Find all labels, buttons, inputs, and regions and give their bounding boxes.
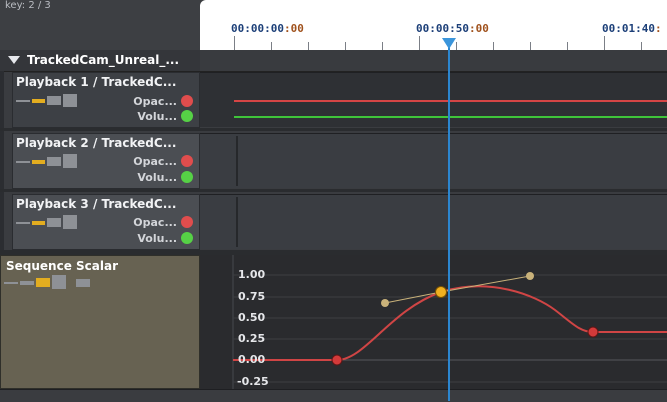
size-xs-icon[interactable] bbox=[4, 282, 18, 284]
size-l-icon[interactable] bbox=[63, 215, 77, 229]
ruler-tick bbox=[234, 36, 235, 50]
size-l-icon[interactable] bbox=[52, 275, 66, 289]
opacity-dot-icon[interactable] bbox=[181, 95, 193, 107]
bottom-bar bbox=[0, 389, 667, 402]
size-xs-icon[interactable] bbox=[16, 222, 30, 224]
track-header-playback-2[interactable]: Playback 2 / TrackedC... Opac... Volu... bbox=[12, 133, 200, 189]
size-fit-icon[interactable] bbox=[76, 279, 90, 287]
ruler-time-1: 00:00:50:00 bbox=[416, 22, 489, 35]
track-header-sequence-scalar[interactable]: Sequence Scalar bbox=[0, 255, 200, 389]
track-group-header[interactable]: TrackedCam_Unreal_... bbox=[0, 50, 200, 72]
volume-dot-icon[interactable] bbox=[181, 232, 193, 244]
clip-start-marker bbox=[236, 136, 238, 186]
time-ruler[interactable]: 00:00:00:00 00:00:50:00 00:01:40: bbox=[200, 0, 667, 50]
ruler-tick bbox=[382, 42, 383, 50]
size-m-icon[interactable] bbox=[36, 278, 50, 287]
size-s-icon[interactable] bbox=[32, 99, 45, 103]
volume-dot-icon[interactable] bbox=[181, 171, 193, 183]
ruler-time-0: 00:00:00:00 bbox=[231, 22, 304, 35]
ruler-tick bbox=[271, 42, 272, 50]
size-s-icon[interactable] bbox=[32, 221, 45, 225]
ruler-tick bbox=[493, 42, 494, 50]
track-header-playback-3[interactable]: Playback 3 / TrackedC... Opac... Volu... bbox=[12, 194, 200, 250]
tangent-out-line bbox=[440, 275, 531, 293]
scalar-curve-editor[interactable]: 1.00 0.75 0.50 0.25 0.00 -0.25 bbox=[200, 255, 667, 389]
volume-label: Volu... bbox=[137, 110, 177, 123]
track-title: Playback 3 / TrackedC... bbox=[16, 197, 177, 211]
track-indent bbox=[0, 71, 4, 255]
track-lane-playback-1[interactable] bbox=[200, 72, 667, 127]
ruler-tick bbox=[530, 42, 531, 50]
track-separator bbox=[0, 189, 667, 192]
size-s-icon[interactable] bbox=[20, 281, 34, 285]
opacity-label: Opac... bbox=[133, 95, 177, 108]
y-tick-0.50: 0.50 bbox=[238, 311, 266, 324]
track-lane-playback-3[interactable] bbox=[200, 194, 667, 249]
size-xs-icon[interactable] bbox=[16, 100, 30, 102]
track-group-title: TrackedCam_Unreal_... bbox=[27, 53, 180, 67]
keyframe-1[interactable] bbox=[331, 354, 343, 366]
track-group-lane bbox=[200, 50, 667, 72]
y-tick-0.75: 0.75 bbox=[238, 290, 266, 303]
track-title: Playback 1 / TrackedC... bbox=[16, 75, 177, 89]
opacity-dot-icon[interactable] bbox=[181, 155, 193, 167]
volume-curve[interactable] bbox=[234, 116, 667, 118]
y-tick-0.00: 0.00 bbox=[238, 353, 266, 366]
tangent-out-handle[interactable] bbox=[526, 272, 534, 280]
ruler-tick bbox=[604, 36, 605, 50]
ruler-tick bbox=[641, 42, 642, 50]
track-title: Playback 2 / TrackedC... bbox=[16, 136, 177, 150]
opacity-curve[interactable] bbox=[234, 100, 667, 102]
size-xs-icon[interactable] bbox=[16, 161, 30, 163]
size-l-icon[interactable] bbox=[63, 94, 77, 107]
volume-dot-icon[interactable] bbox=[181, 110, 193, 122]
opacity-dot-icon[interactable] bbox=[181, 216, 193, 228]
tangent-in-handle[interactable] bbox=[381, 299, 389, 307]
size-l-icon[interactable] bbox=[63, 154, 77, 168]
track-title: Sequence Scalar bbox=[6, 259, 119, 273]
ruler-tick bbox=[456, 42, 457, 50]
ruler-tick bbox=[419, 36, 420, 50]
opacity-label: Opac... bbox=[133, 216, 177, 229]
collapse-triangle-icon[interactable] bbox=[8, 56, 20, 64]
keyframe-2-selected[interactable] bbox=[435, 286, 447, 298]
playhead-marker-icon[interactable] bbox=[442, 38, 456, 49]
y-tick-1.00: 1.00 bbox=[238, 268, 266, 281]
volume-label: Volu... bbox=[137, 232, 177, 245]
size-s-icon[interactable] bbox=[32, 160, 45, 164]
playhead-line[interactable] bbox=[448, 40, 450, 401]
ruler-tick bbox=[567, 42, 568, 50]
track-separator bbox=[0, 128, 667, 131]
volume-label: Volu... bbox=[137, 171, 177, 184]
y-tick-0.25: 0.25 bbox=[238, 332, 266, 345]
track-header-playback-1[interactable]: Playback 1 / TrackedC... Opac... Volu... bbox=[12, 72, 200, 128]
size-m-icon[interactable] bbox=[47, 218, 61, 227]
keyframe-3[interactable] bbox=[587, 326, 599, 338]
size-m-icon[interactable] bbox=[47, 96, 61, 105]
key-counter: key: 2 / 3 bbox=[5, 0, 51, 11]
ruler-tick bbox=[345, 42, 346, 50]
clip-start-marker bbox=[236, 197, 238, 247]
ruler-tick bbox=[308, 42, 309, 50]
track-lane-playback-2[interactable] bbox=[200, 133, 667, 188]
ruler-time-2: 00:01:40: bbox=[602, 22, 662, 35]
curve-svg[interactable] bbox=[200, 255, 667, 389]
opacity-label: Opac... bbox=[133, 155, 177, 168]
size-m-icon[interactable] bbox=[47, 157, 61, 166]
y-tick-neg-0.25: -0.25 bbox=[237, 375, 269, 388]
